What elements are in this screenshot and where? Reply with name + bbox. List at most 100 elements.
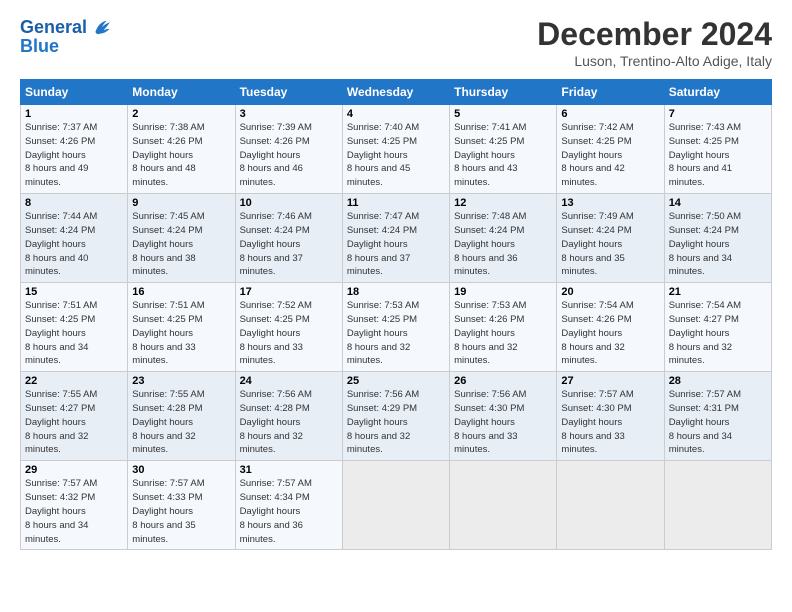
day-info: Sunrise: 7:57 AMSunset: 4:32 PMDaylight … [25, 478, 97, 544]
day-number: 8 [25, 197, 123, 209]
week-row: 1 Sunrise: 7:37 AMSunset: 4:26 PMDayligh… [21, 105, 772, 194]
day-info: Sunrise: 7:42 AMSunset: 4:25 PMDaylight … [561, 122, 633, 188]
day-info: Sunrise: 7:43 AMSunset: 4:25 PMDaylight … [669, 122, 741, 188]
day-number: 26 [454, 375, 552, 387]
table-row [557, 461, 664, 550]
day-number: 5 [454, 108, 552, 120]
day-info: Sunrise: 7:51 AMSunset: 4:25 PMDaylight … [132, 300, 204, 366]
table-row: 3 Sunrise: 7:39 AMSunset: 4:26 PMDayligh… [235, 105, 342, 194]
day-number: 7 [669, 108, 767, 120]
table-row: 28 Sunrise: 7:57 AMSunset: 4:31 PMDaylig… [664, 372, 771, 461]
table-row: 19 Sunrise: 7:53 AMSunset: 4:26 PMDaylig… [450, 283, 557, 372]
week-row: 8 Sunrise: 7:44 AMSunset: 4:24 PMDayligh… [21, 194, 772, 283]
table-row: 12 Sunrise: 7:48 AMSunset: 4:24 PMDaylig… [450, 194, 557, 283]
col-tuesday: Tuesday [235, 80, 342, 105]
calendar-table: Sunday Monday Tuesday Wednesday Thursday… [20, 79, 772, 550]
day-info: Sunrise: 7:38 AMSunset: 4:26 PMDaylight … [132, 122, 204, 188]
table-row: 2 Sunrise: 7:38 AMSunset: 4:26 PMDayligh… [128, 105, 235, 194]
table-row: 8 Sunrise: 7:44 AMSunset: 4:24 PMDayligh… [21, 194, 128, 283]
day-number: 11 [347, 197, 445, 209]
header: General Blue December 2024 Luson, Trenti… [20, 16, 772, 69]
table-row: 1 Sunrise: 7:37 AMSunset: 4:26 PMDayligh… [21, 105, 128, 194]
table-row: 30 Sunrise: 7:57 AMSunset: 4:33 PMDaylig… [128, 461, 235, 550]
subtitle: Luson, Trentino-Alto Adige, Italy [537, 53, 772, 69]
day-info: Sunrise: 7:51 AMSunset: 4:25 PMDaylight … [25, 300, 97, 366]
table-row: 14 Sunrise: 7:50 AMSunset: 4:24 PMDaylig… [664, 194, 771, 283]
day-info: Sunrise: 7:57 AMSunset: 4:33 PMDaylight … [132, 478, 204, 544]
col-wednesday: Wednesday [342, 80, 449, 105]
day-number: 6 [561, 108, 659, 120]
day-number: 17 [240, 286, 338, 298]
table-row: 26 Sunrise: 7:56 AMSunset: 4:30 PMDaylig… [450, 372, 557, 461]
day-info: Sunrise: 7:41 AMSunset: 4:25 PMDaylight … [454, 122, 526, 188]
main-title: December 2024 [537, 16, 772, 53]
table-row: 18 Sunrise: 7:53 AMSunset: 4:25 PMDaylig… [342, 283, 449, 372]
day-info: Sunrise: 7:40 AMSunset: 4:25 PMDaylight … [347, 122, 419, 188]
day-info: Sunrise: 7:49 AMSunset: 4:24 PMDaylight … [561, 211, 633, 277]
day-info: Sunrise: 7:53 AMSunset: 4:26 PMDaylight … [454, 300, 526, 366]
table-row: 17 Sunrise: 7:52 AMSunset: 4:25 PMDaylig… [235, 283, 342, 372]
table-row: 7 Sunrise: 7:43 AMSunset: 4:25 PMDayligh… [664, 105, 771, 194]
day-number: 18 [347, 286, 445, 298]
day-number: 4 [347, 108, 445, 120]
col-saturday: Saturday [664, 80, 771, 105]
day-number: 12 [454, 197, 552, 209]
day-info: Sunrise: 7:56 AMSunset: 4:30 PMDaylight … [454, 389, 526, 455]
day-number: 21 [669, 286, 767, 298]
table-row: 9 Sunrise: 7:45 AMSunset: 4:24 PMDayligh… [128, 194, 235, 283]
table-row: 13 Sunrise: 7:49 AMSunset: 4:24 PMDaylig… [557, 194, 664, 283]
table-row [450, 461, 557, 550]
day-info: Sunrise: 7:53 AMSunset: 4:25 PMDaylight … [347, 300, 419, 366]
table-row: 22 Sunrise: 7:55 AMSunset: 4:27 PMDaylig… [21, 372, 128, 461]
day-number: 29 [25, 464, 123, 476]
table-row: 23 Sunrise: 7:55 AMSunset: 4:28 PMDaylig… [128, 372, 235, 461]
table-row: 11 Sunrise: 7:47 AMSunset: 4:24 PMDaylig… [342, 194, 449, 283]
table-row: 25 Sunrise: 7:56 AMSunset: 4:29 PMDaylig… [342, 372, 449, 461]
day-info: Sunrise: 7:37 AMSunset: 4:26 PMDaylight … [25, 122, 97, 188]
day-number: 15 [25, 286, 123, 298]
header-row: Sunday Monday Tuesday Wednesday Thursday… [21, 80, 772, 105]
day-number: 19 [454, 286, 552, 298]
table-row: 6 Sunrise: 7:42 AMSunset: 4:25 PMDayligh… [557, 105, 664, 194]
table-row: 5 Sunrise: 7:41 AMSunset: 4:25 PMDayligh… [450, 105, 557, 194]
day-number: 28 [669, 375, 767, 387]
day-number: 30 [132, 464, 230, 476]
day-info: Sunrise: 7:50 AMSunset: 4:24 PMDaylight … [669, 211, 741, 277]
week-row: 29 Sunrise: 7:57 AMSunset: 4:32 PMDaylig… [21, 461, 772, 550]
table-row: 15 Sunrise: 7:51 AMSunset: 4:25 PMDaylig… [21, 283, 128, 372]
week-row: 22 Sunrise: 7:55 AMSunset: 4:27 PMDaylig… [21, 372, 772, 461]
day-info: Sunrise: 7:56 AMSunset: 4:29 PMDaylight … [347, 389, 419, 455]
table-row: 29 Sunrise: 7:57 AMSunset: 4:32 PMDaylig… [21, 461, 128, 550]
day-info: Sunrise: 7:39 AMSunset: 4:26 PMDaylight … [240, 122, 312, 188]
day-number: 22 [25, 375, 123, 387]
day-number: 14 [669, 197, 767, 209]
day-number: 25 [347, 375, 445, 387]
day-number: 27 [561, 375, 659, 387]
day-number: 9 [132, 197, 230, 209]
table-row [664, 461, 771, 550]
day-info: Sunrise: 7:55 AMSunset: 4:27 PMDaylight … [25, 389, 97, 455]
day-info: Sunrise: 7:54 AMSunset: 4:26 PMDaylight … [561, 300, 633, 366]
day-number: 3 [240, 108, 338, 120]
table-row: 10 Sunrise: 7:46 AMSunset: 4:24 PMDaylig… [235, 194, 342, 283]
title-block: December 2024 Luson, Trentino-Alto Adige… [537, 16, 772, 69]
day-info: Sunrise: 7:52 AMSunset: 4:25 PMDaylight … [240, 300, 312, 366]
day-number: 20 [561, 286, 659, 298]
col-sunday: Sunday [21, 80, 128, 105]
day-number: 31 [240, 464, 338, 476]
col-monday: Monday [128, 80, 235, 105]
day-info: Sunrise: 7:57 AMSunset: 4:30 PMDaylight … [561, 389, 633, 455]
page: General Blue December 2024 Luson, Trenti… [0, 0, 792, 560]
day-info: Sunrise: 7:47 AMSunset: 4:24 PMDaylight … [347, 211, 419, 277]
day-info: Sunrise: 7:46 AMSunset: 4:24 PMDaylight … [240, 211, 312, 277]
table-row: 31 Sunrise: 7:57 AMSunset: 4:34 PMDaylig… [235, 461, 342, 550]
logo-bird-icon [89, 16, 113, 40]
day-info: Sunrise: 7:57 AMSunset: 4:34 PMDaylight … [240, 478, 312, 544]
table-row [342, 461, 449, 550]
table-row: 24 Sunrise: 7:56 AMSunset: 4:28 PMDaylig… [235, 372, 342, 461]
table-row: 27 Sunrise: 7:57 AMSunset: 4:30 PMDaylig… [557, 372, 664, 461]
day-number: 23 [132, 375, 230, 387]
day-number: 10 [240, 197, 338, 209]
day-info: Sunrise: 7:48 AMSunset: 4:24 PMDaylight … [454, 211, 526, 277]
table-row: 20 Sunrise: 7:54 AMSunset: 4:26 PMDaylig… [557, 283, 664, 372]
